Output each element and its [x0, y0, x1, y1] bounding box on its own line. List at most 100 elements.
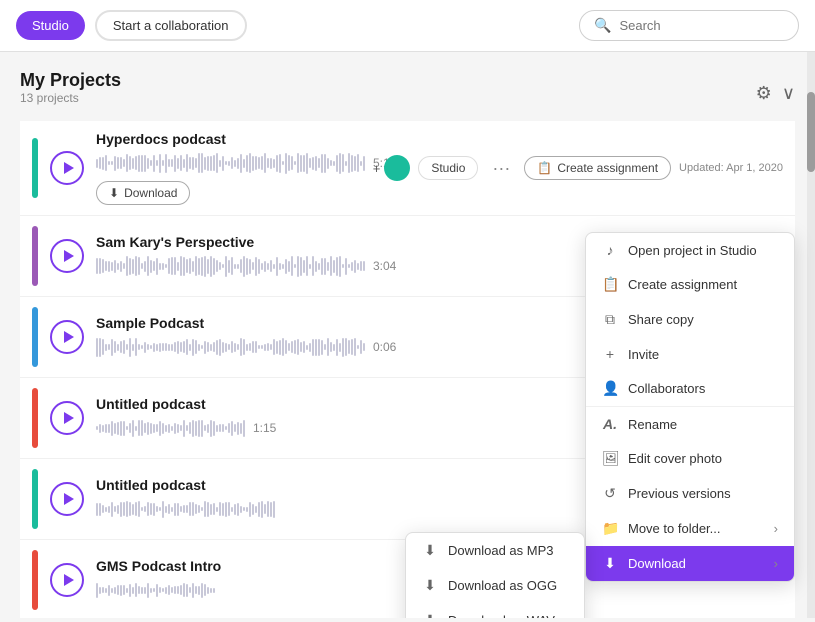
project-name: Sample Podcast [96, 315, 665, 331]
play-button[interactable] [50, 320, 84, 354]
photo-icon: 🖼 [602, 450, 618, 467]
menu-item-create-assignment[interactable]: 📋 Create assignment [586, 267, 794, 302]
waveform [96, 335, 365, 359]
download-label: Download [124, 186, 177, 200]
studio-badge[interactable]: Studio [418, 156, 478, 180]
context-menu: ♪ Open project in Studio 📋 Create assign… [585, 232, 795, 582]
waveform [96, 254, 365, 278]
menu-item-rename[interactable]: A. Rename [586, 407, 794, 441]
assignment-label: Create assignment [557, 161, 658, 175]
project-bottom-row: ⬇ Download [96, 181, 361, 205]
project-name: Hyperdocs podcast [96, 131, 361, 147]
play-button[interactable] [50, 151, 84, 185]
music-icon: ♪ [602, 242, 618, 258]
main-content: My Projects 13 projects ⚙ ∨ Hyperdocs po… [0, 52, 815, 618]
menu-label-move-folder: Move to folder... [628, 521, 721, 536]
menu-item-collaborators[interactable]: 👤 Collaborators [586, 371, 794, 406]
waveform [96, 151, 365, 175]
menu-label-download: Download [628, 556, 686, 571]
play-button[interactable] [50, 401, 84, 435]
download-ogg-icon: ⬇ [422, 577, 438, 594]
project-color-bar [32, 550, 38, 610]
search-bar: 🔍 [579, 10, 799, 41]
download-button[interactable]: ⬇ Download [96, 181, 190, 205]
menu-item-open[interactable]: ♪ Open project in Studio [586, 233, 794, 267]
project-color-bar [32, 307, 38, 367]
settings-icon[interactable]: ⚙ [756, 83, 772, 104]
waveform [96, 416, 245, 440]
clipboard-icon: 📋 [602, 276, 618, 293]
download-icon: ⬇ [109, 186, 119, 200]
scrollbar-track[interactable] [807, 52, 815, 618]
project-name: Untitled podcast [96, 396, 665, 412]
collaboration-button[interactable]: Start a collaboration [95, 10, 247, 41]
submenu-label-mp3: Download as MP3 [448, 543, 554, 558]
submenu-arrow-download-icon: › [774, 556, 778, 571]
search-input[interactable] [619, 18, 779, 33]
menu-item-invite[interactable]: + Invite [586, 337, 794, 371]
play-button[interactable] [50, 239, 84, 273]
more-button[interactable]: ··· [486, 158, 516, 179]
folder-icon: 📁 [602, 520, 618, 537]
scrollbar-thumb[interactable] [807, 92, 815, 172]
project-color-bar [32, 388, 38, 448]
table-row: Hyperdocs podcast 5:16 ⬇ Download + [20, 121, 795, 216]
menu-item-prev-versions[interactable]: ↺ Previous versions [586, 476, 794, 511]
people-icon: 👤 [602, 380, 618, 397]
plus-icon: + [373, 161, 381, 176]
studio-button[interactable]: Studio [16, 11, 85, 40]
updated-text: Updated: Apr 1, 2020 [679, 162, 783, 174]
top-bar-left: Studio Start a collaboration [16, 10, 247, 41]
add-button[interactable]: + [373, 155, 411, 181]
search-icon: 🔍 [594, 17, 611, 34]
download-mp3-icon: ⬇ [422, 542, 438, 559]
project-name: Untitled podcast [96, 477, 665, 493]
menu-item-edit-cover[interactable]: 🖼 Edit cover photo [586, 441, 794, 476]
project-color-bar [32, 469, 38, 529]
project-info: Untitled podcast 1:15 [96, 396, 665, 440]
menu-label-open: Open project in Studio [628, 243, 757, 258]
project-info: Hyperdocs podcast 5:16 ⬇ Download [96, 131, 361, 205]
waveform [96, 578, 215, 602]
menu-label-share-copy: Share copy [628, 312, 694, 327]
menu-item-download[interactable]: ⬇ Download › [586, 546, 794, 581]
projects-controls: ⚙ ∨ [756, 83, 795, 104]
waveform [96, 497, 275, 521]
history-icon: ↺ [602, 485, 618, 502]
menu-label-create-assignment: Create assignment [628, 277, 737, 292]
submenu-item-ogg[interactable]: ⬇ Download as OGG [406, 568, 584, 603]
avatar [384, 155, 410, 181]
chevron-down-icon[interactable]: ∨ [782, 83, 795, 104]
submenu-arrow-icon: › [774, 521, 778, 536]
top-bar: Studio Start a collaboration 🔍 [0, 0, 815, 52]
menu-label-rename: Rename [628, 417, 677, 432]
projects-title-area: My Projects 13 projects [20, 70, 121, 117]
project-actions: + Studio ··· 📋 Create assignment Updated… [373, 155, 783, 181]
projects-count: 13 projects [20, 91, 121, 105]
play-button[interactable] [50, 563, 84, 597]
play-button[interactable] [50, 482, 84, 516]
project-name: Sam Kary's Perspective [96, 234, 665, 250]
submenu-label-ogg: Download as OGG [448, 578, 557, 593]
submenu-item-wav[interactable]: ⬇ Download as WAV [406, 603, 584, 618]
project-info: Sam Kary's Perspective 3:04 [96, 234, 665, 278]
projects-title: My Projects [20, 70, 121, 91]
project-info: Untitled podcast [96, 477, 665, 521]
projects-header: My Projects 13 projects ⚙ ∨ [20, 70, 795, 117]
menu-item-move-folder[interactable]: 📁 Move to folder... › [586, 511, 794, 546]
menu-label-edit-cover: Edit cover photo [628, 451, 722, 466]
submenu-item-mp3[interactable]: ⬇ Download as MP3 [406, 533, 584, 568]
plus-circle-icon: + [602, 346, 618, 362]
menu-item-share-copy[interactable]: ⧉ Share copy [586, 302, 794, 337]
create-assignment-button[interactable]: 📋 Create assignment [524, 156, 671, 180]
menu-label-collaborators: Collaborators [628, 381, 705, 396]
copy-icon: ⧉ [602, 311, 618, 328]
project-duration: 3:04 [373, 259, 396, 273]
submenu-label-wav: Download as WAV [448, 613, 555, 618]
menu-label-prev-versions: Previous versions [628, 486, 731, 501]
project-color-bar [32, 226, 38, 286]
project-duration: 0:06 [373, 340, 396, 354]
project-duration: 1:15 [253, 421, 276, 435]
project-info: Sample Podcast 0:06 [96, 315, 665, 359]
assignment-icon: 📋 [537, 161, 552, 175]
